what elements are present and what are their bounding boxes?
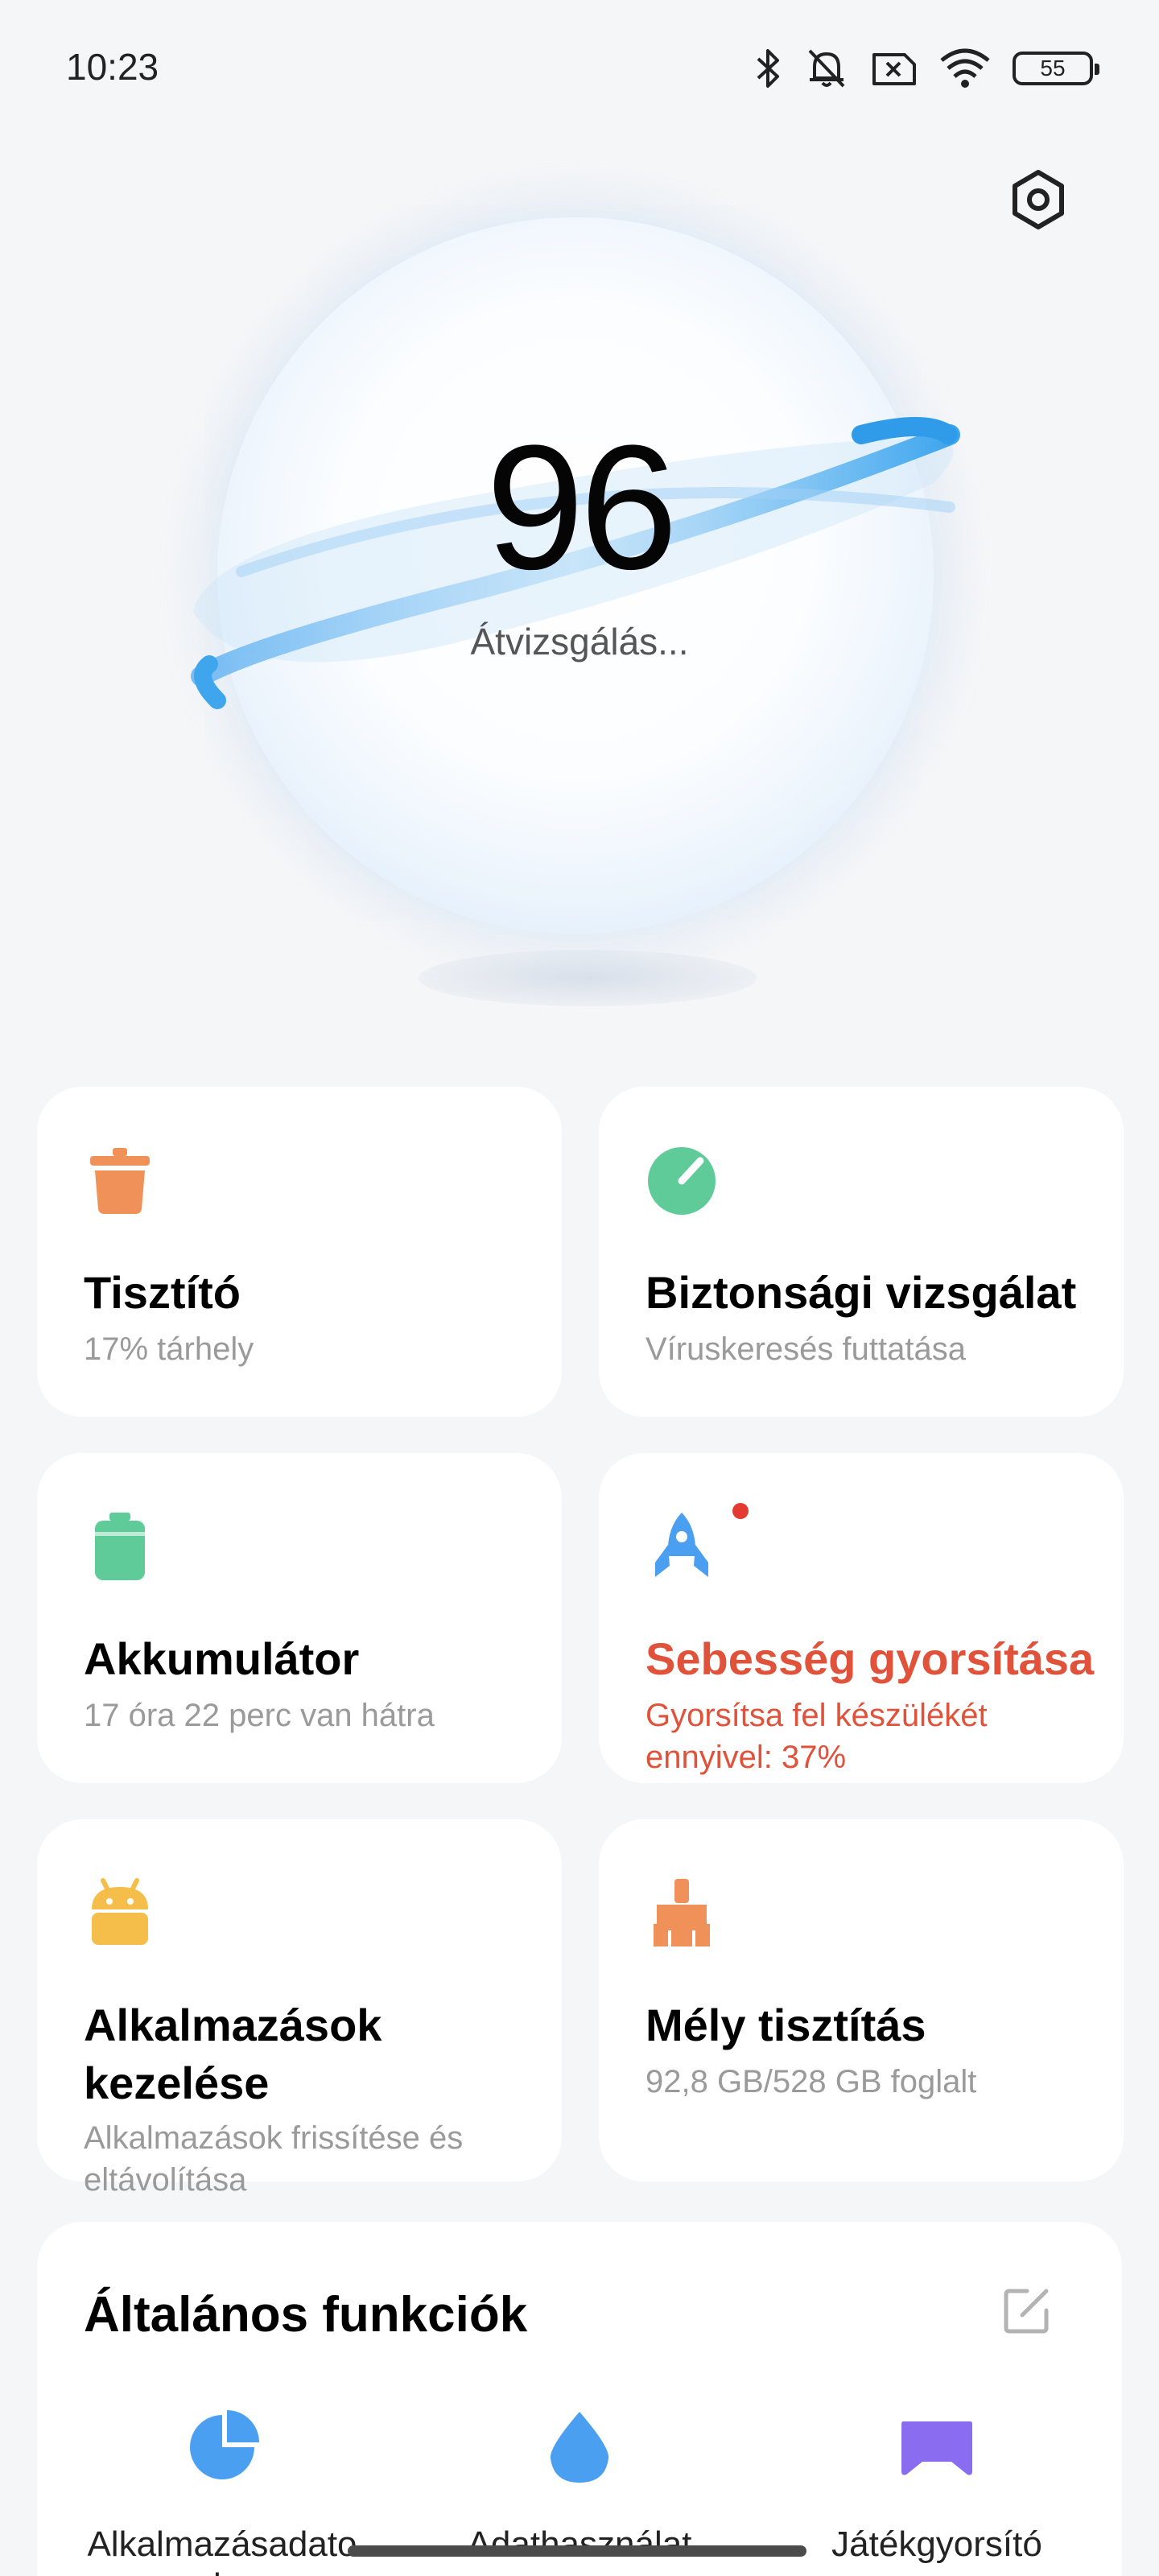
card-subtitle: 17% tárhely: [84, 1331, 254, 1367]
general-functions-panel: Általános funkciók Alkalmazásadatok Adat…: [37, 2222, 1122, 2576]
app-management-card[interactable]: Alkalmazások kezelése Alkalmazások friss…: [37, 1819, 562, 2198]
trash-icon: [90, 1148, 150, 1214]
edit-button[interactable]: [995, 2278, 1059, 2343]
card-title: Tisztító: [84, 1267, 241, 1318]
card-title: Alkalmazások kezelése: [84, 2000, 382, 2108]
card-title: Biztonsági vizsgálat: [645, 1267, 1077, 1318]
security-app-screen: 10:23 55 96 Átvizsgálás... Tisztító 17% …: [0, 0, 1159, 2576]
section-title: Általános funkciók: [84, 2287, 528, 2343]
pie-chart-icon: [190, 2410, 259, 2479]
app-data-function[interactable]: Alkalmazásadatok: [85, 2407, 359, 2576]
status-icons: 55: [753, 40, 1099, 97]
card-subtitle: 92,8 GB/528 GB foglalt: [645, 2064, 977, 2099]
card-subtitle: Alkalmazások frissítése és eltávolítása: [84, 2120, 464, 2198]
status-bar: 10:23 55: [0, 0, 1159, 137]
wifi-icon: [940, 48, 990, 88]
battery-icon: [95, 1513, 145, 1580]
function-label: Játékgyorsító: [831, 2524, 1042, 2564]
security-score: 96: [485, 408, 678, 606]
speed-boost-card[interactable]: Sebesség gyorsítása Gyorsítsa fel készül…: [599, 1453, 1124, 1783]
card-title: Mély tisztítás: [645, 2000, 926, 2050]
status-time: 10:23: [66, 46, 159, 88]
battery-indicator: 55: [1013, 52, 1099, 85]
function-label: Adathasználat: [467, 2524, 692, 2564]
drop-icon: [550, 2412, 609, 2483]
bluetooth-icon: [757, 49, 779, 88]
home-indicator[interactable]: [348, 2545, 806, 2557]
card-subtitle: Gyorsítsa fel készülékét ennyivel: 37%: [645, 1698, 988, 1775]
card-subtitle: 17 óra 22 perc van hátra: [84, 1698, 435, 1733]
no-sim-icon: [872, 53, 916, 85]
edit-icon: [1004, 2289, 1049, 2334]
gamepad-icon: [901, 2421, 972, 2475]
deep-clean-card[interactable]: Mély tisztítás 92,8 GB/528 GB foglalt: [599, 1819, 1124, 2182]
brush-icon: [654, 1879, 710, 1946]
shield-gauge-icon: [648, 1147, 716, 1215]
game-booster-function[interactable]: Játékgyorsító: [800, 2407, 1074, 2566]
scan-status-label: Átvizsgálás...: [470, 621, 689, 663]
battery-level: 55: [1040, 56, 1066, 80]
silent-bell-icon: [808, 49, 845, 88]
card-subtitle: Víruskeresés futtatása: [645, 1331, 966, 1367]
card-title: Akkumulátor: [84, 1633, 360, 1684]
security-scan-card[interactable]: Biztonsági vizsgálat Víruskeresés futtat…: [599, 1087, 1124, 1417]
function-label: Alkalmazásadatok: [87, 2524, 357, 2576]
data-usage-function[interactable]: Adathasználat: [443, 2407, 716, 2566]
android-icon: [92, 1878, 148, 1945]
rocket-icon: [655, 1513, 708, 1577]
scan-hero: 96 Átvizsgálás...: [0, 193, 1159, 1079]
notification-dot: [732, 1503, 749, 1519]
card-title: Sebesség gyorsítása: [645, 1633, 1095, 1684]
battery-card[interactable]: Akkumulátor 17 óra 22 perc van hátra: [37, 1453, 562, 1783]
cleaner-card[interactable]: Tisztító 17% tárhely: [37, 1087, 562, 1417]
